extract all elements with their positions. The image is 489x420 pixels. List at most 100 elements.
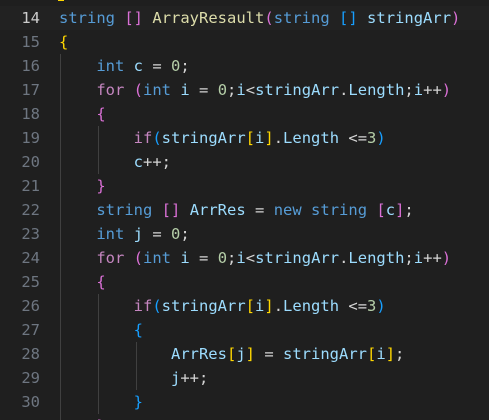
code-token: = [189, 81, 218, 99]
code-text: j++; [59, 366, 208, 390]
code-token: ) [441, 249, 452, 267]
code-token: = [245, 201, 274, 219]
code-text: } [59, 414, 105, 420]
line-number: 18 [21, 105, 40, 123]
line-number: 26 [21, 297, 40, 315]
line-number: 20 [21, 153, 40, 171]
line-number: 30 [21, 393, 40, 411]
code-token: = [255, 345, 284, 363]
code-token: ; [404, 249, 414, 267]
bracket-fragment [58, 0, 64, 1]
code-line[interactable]: 27 { [0, 318, 489, 342]
code-line[interactable]: 28 ArrRes[j] = stringArr[i]; [0, 342, 489, 366]
code-token: string [59, 9, 115, 27]
code-editor[interactable]: 14 string [] ArrayResault(string [] strin… [0, 0, 489, 420]
code-line[interactable]: 30 } [0, 390, 489, 414]
code-token: if [133, 297, 153, 315]
code-token: int [96, 57, 125, 75]
code-token: ) [376, 129, 386, 147]
code-token: i [180, 249, 190, 267]
code-token: string [311, 201, 368, 219]
code-token: for [96, 81, 125, 99]
line-number: 29 [21, 369, 40, 387]
code-line[interactable]: 15 { [0, 30, 489, 54]
code-token: [] [161, 201, 181, 219]
code-token: ; [227, 81, 237, 99]
code-token: int [96, 225, 125, 243]
code-line[interactable]: 22 string [] ArrRes = new string [c]; [0, 198, 489, 222]
code-token: ++; [143, 153, 171, 171]
line-number: 22 [21, 201, 40, 219]
line-number: 17 [21, 81, 40, 99]
code-line[interactable]: 16 int c = 0; [0, 54, 489, 78]
code-token: 0 [171, 225, 181, 243]
code-token: ArrayResault [152, 9, 265, 27]
code-text: } [59, 390, 143, 414]
code-text: if(stringArr[i].Length <=3) [59, 126, 386, 150]
code-line[interactable]: 18 { [0, 102, 489, 126]
code-line[interactable]: 17 for (int i = 0;i<stringArr.Length;i++… [0, 78, 489, 102]
code-token: [ [367, 345, 377, 363]
line-number: 19 [21, 129, 40, 147]
code-token: { [133, 321, 143, 339]
code-token: Length [283, 129, 340, 147]
code-token: int [143, 249, 172, 267]
line-number: 27 [21, 321, 40, 339]
code-token: 0 [217, 81, 228, 99]
code-token: string [273, 9, 330, 27]
code-token: int [143, 81, 172, 99]
code-text: int c = 0; [59, 54, 189, 78]
code-text: { [59, 102, 105, 126]
code-line[interactable]: 23 int j = 0; [0, 222, 489, 246]
code-token: 3 [367, 129, 377, 147]
code-line[interactable]: 14 string [] ArrayResault(string [] strin… [0, 6, 489, 30]
code-token: [ [245, 129, 256, 147]
code-token: stringArr [161, 129, 246, 147]
code-line[interactable]: 20 c++; [0, 150, 489, 174]
line-number: 23 [21, 225, 40, 243]
code-token: [ [376, 201, 386, 219]
code-token: [] [124, 9, 144, 27]
code-line[interactable]: 29 j++; [0, 366, 489, 390]
code-text: ArrRes[j] = stringArr[i]; [59, 342, 404, 366]
code-line[interactable]: 24 for (int i = 0;i<stringArr.Length;i++… [0, 246, 489, 270]
code-line[interactable]: 26 if(stringArr[i].Length <=3) [0, 294, 489, 318]
code-token: ( [152, 129, 162, 147]
code-text: string [] ArrRes = new string [c]; [59, 198, 414, 222]
code-line[interactable]: 25 { [0, 270, 489, 294]
code-token: <= [339, 297, 368, 315]
code-token: ) [451, 9, 461, 27]
code-token: . [273, 297, 284, 315]
code-line[interactable]: 19 if(stringArr[i].Length <=3) [0, 126, 489, 150]
code-token: 0 [171, 57, 181, 75]
code-line[interactable]: } [0, 414, 489, 420]
code-token: ; [404, 201, 414, 219]
code-token: stringArr [283, 345, 368, 363]
code-token: } [96, 177, 106, 195]
code-token: string [96, 201, 153, 219]
code-token: = [189, 249, 218, 267]
code-token: = [143, 57, 172, 75]
code-token: if [133, 129, 153, 147]
code-text: { [59, 30, 68, 54]
code-token: ] [264, 297, 274, 315]
code-line[interactable]: 21 } [0, 174, 489, 198]
